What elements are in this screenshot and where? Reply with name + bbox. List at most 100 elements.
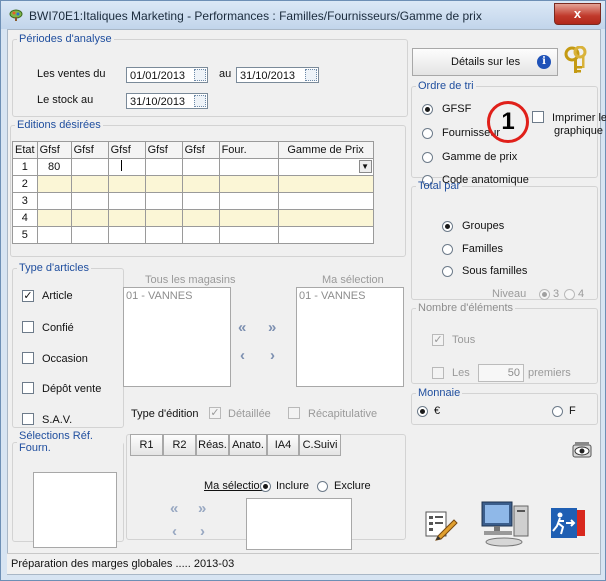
gamme-prix-cell[interactable] xyxy=(277,192,374,210)
tous-magasins-list[interactable]: 01 - VANNES xyxy=(123,287,231,387)
radio-groupes[interactable] xyxy=(442,221,453,232)
gfsf-cell[interactable] xyxy=(107,175,146,193)
gfsf-cell[interactable] xyxy=(107,158,146,176)
article-checkbox[interactable]: ✓ xyxy=(22,290,34,302)
gfsf-cell[interactable] xyxy=(36,226,72,244)
gfsf-cell[interactable] xyxy=(181,175,220,193)
gamme-prix-cell[interactable] xyxy=(277,209,374,227)
depot-vente-checkbox[interactable] xyxy=(22,382,34,394)
gfsf-cell[interactable] xyxy=(107,209,146,227)
ventes-to-field[interactable]: 31/10/2013 xyxy=(236,67,319,83)
selections-legend: Sélections Réf. Fourn. xyxy=(19,430,93,454)
tab-ia4[interactable]: IA4 xyxy=(267,434,299,456)
list-item[interactable]: 01 - VANNES xyxy=(126,290,228,302)
gfsf-cell[interactable] xyxy=(144,209,183,227)
ma-selection-magasins-label: Ma sélection xyxy=(322,274,384,286)
radio-niveau-4[interactable] xyxy=(564,289,575,300)
gfsf-cell[interactable] xyxy=(70,175,109,193)
four-cell[interactable] xyxy=(218,192,279,210)
calendar-icon[interactable] xyxy=(305,69,317,81)
tab-reas[interactable]: Réas. xyxy=(196,434,229,456)
calendar-icon[interactable] xyxy=(194,95,206,107)
radio-inclure[interactable] xyxy=(260,481,271,492)
close-button[interactable]: x xyxy=(554,3,601,25)
confie-checkbox[interactable] xyxy=(22,321,34,333)
radio-franc[interactable] xyxy=(552,406,563,417)
les-count-input[interactable]: 50 xyxy=(478,364,524,382)
gfsf-cell[interactable] xyxy=(70,192,109,210)
move-right-icon[interactable]: › xyxy=(270,348,275,363)
gfsf-cell[interactable] xyxy=(70,209,109,227)
chevron-down-icon[interactable]: ▼ xyxy=(358,160,372,173)
gfsf-cell[interactable] xyxy=(144,158,183,176)
gfsf-cell[interactable] xyxy=(70,158,109,176)
radio-exclure[interactable] xyxy=(317,481,328,492)
ventes-label: Les ventes du xyxy=(37,68,106,80)
tous-checkbox[interactable]: ✓ xyxy=(432,334,444,346)
four-cell[interactable] xyxy=(218,209,279,227)
move-right-icon[interactable]: › xyxy=(200,524,205,539)
sav-checkbox[interactable] xyxy=(22,413,34,425)
stock-date-field[interactable]: 31/10/2013 xyxy=(126,93,208,109)
ventes-from-field[interactable]: 01/01/2013 xyxy=(126,67,208,83)
tab-r1[interactable]: R1 xyxy=(130,434,163,456)
info-icon[interactable]: i xyxy=(537,55,551,69)
gfsf-cell[interactable] xyxy=(107,192,146,210)
imprimer-label-line1: Imprimer le xyxy=(552,112,606,124)
gamme-prix-cell[interactable]: ▼ xyxy=(277,158,374,176)
gfsf-cell[interactable] xyxy=(36,192,72,210)
eye-icon[interactable] xyxy=(571,441,593,459)
tab-c-suivi[interactable]: C.Suivi xyxy=(299,434,341,456)
gfsf-cell[interactable] xyxy=(181,226,220,244)
occasion-checkbox[interactable] xyxy=(22,352,34,364)
radio-niveau-3[interactable] xyxy=(539,289,550,300)
row-number: 3 xyxy=(12,192,38,210)
move-all-right-icon[interactable]: » xyxy=(268,320,276,335)
four-cell[interactable] xyxy=(218,158,279,176)
move-all-right-icon[interactable]: » xyxy=(198,501,206,516)
gfsf-cell[interactable] xyxy=(144,175,183,193)
calendar-icon[interactable] xyxy=(194,69,206,81)
four-cell[interactable] xyxy=(218,226,279,244)
gfsf-cell[interactable] xyxy=(36,209,72,227)
four-cell[interactable] xyxy=(218,175,279,193)
gfsf-cell[interactable] xyxy=(181,158,220,176)
gfsf-cell[interactable] xyxy=(181,209,220,227)
imprimer-graphique-checkbox[interactable] xyxy=(532,111,544,123)
radio-sous-familles[interactable] xyxy=(442,266,453,277)
radio-gfsf[interactable] xyxy=(422,104,433,115)
exit-icon[interactable] xyxy=(551,508,587,538)
gfsf-cell[interactable] xyxy=(107,226,146,244)
selection-ref-list[interactable] xyxy=(246,498,352,550)
move-all-left-icon[interactable]: « xyxy=(238,320,246,335)
radio-gamme-prix[interactable] xyxy=(422,152,433,163)
gfsf-cell[interactable]: 80 xyxy=(36,158,72,176)
list-item[interactable]: 01 - VANNES xyxy=(299,290,401,302)
table-row: 5 xyxy=(12,226,374,244)
gfsf-cell[interactable] xyxy=(144,192,183,210)
tab-r2[interactable]: R2 xyxy=(163,434,196,456)
detaillee-checkbox[interactable]: ✓ xyxy=(209,407,221,419)
details-button[interactable]: Détails sur les i xyxy=(412,48,558,76)
keys-icon[interactable] xyxy=(564,46,590,76)
type-article-label: Dépôt vente xyxy=(42,383,102,395)
tab-anato[interactable]: Anato. xyxy=(229,434,267,456)
selections-list[interactable] xyxy=(33,472,117,548)
recap-checkbox[interactable] xyxy=(288,407,300,419)
gfsf-cell[interactable] xyxy=(70,226,109,244)
move-left-icon[interactable]: ‹ xyxy=(240,348,245,363)
gamme-prix-cell[interactable] xyxy=(277,226,374,244)
radio-familles[interactable] xyxy=(442,244,453,255)
radio-fournisseur[interactable] xyxy=(422,128,433,139)
les-checkbox[interactable] xyxy=(432,367,444,379)
gamme-prix-cell[interactable] xyxy=(277,175,374,193)
radio-euro[interactable] xyxy=(417,406,428,417)
computer-icon[interactable] xyxy=(476,500,536,550)
gfsf-cell[interactable] xyxy=(181,192,220,210)
gfsf-cell[interactable] xyxy=(36,175,72,193)
move-all-left-icon[interactable]: « xyxy=(170,501,178,516)
gfsf-cell[interactable] xyxy=(144,226,183,244)
selection-magasins-list[interactable]: 01 - VANNES xyxy=(296,287,404,387)
edit-icon[interactable] xyxy=(424,506,458,542)
move-left-icon[interactable]: ‹ xyxy=(172,524,177,539)
